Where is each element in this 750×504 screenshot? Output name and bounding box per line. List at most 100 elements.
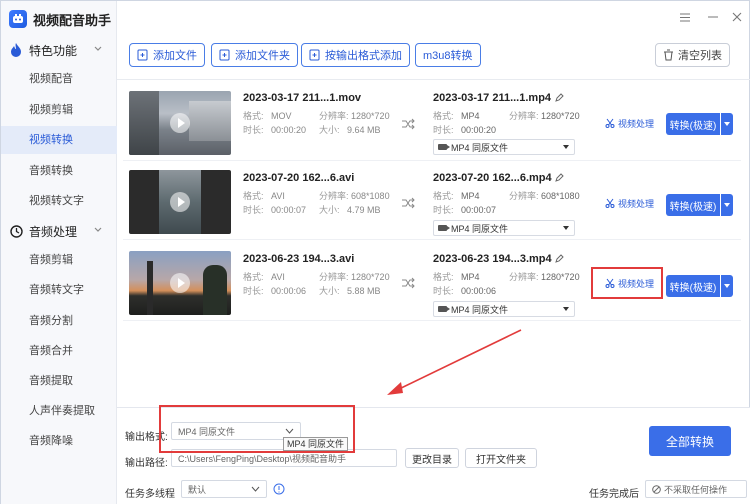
source-filename: 2023-07-20 162...6.avi <box>243 172 355 184</box>
output-resolution: 分辨率: 1280*720 <box>509 111 580 121</box>
app-window: 视频配音助手 特色功能 视频配音 视频剪辑 视频转换 音频转换 视频转文字 音频… <box>0 0 750 504</box>
threads-value: 默认 <box>188 484 207 495</box>
section-featured-label: 特色功能 <box>29 43 78 58</box>
output-format-option: MP4 同原文件 <box>451 223 509 234</box>
after-done-select[interactable]: 不采取任何操作 <box>645 480 747 498</box>
output-filename: 2023-03-17 211...1.mp4 <box>433 92 552 104</box>
add-by-format-label: 按输出格式添加 <box>325 50 402 62</box>
shuffle-arrow-icon <box>402 118 415 130</box>
convert-button[interactable]: 转换(极速) <box>666 113 720 135</box>
m3u8-convert-button[interactable]: m3u8转换 <box>415 43 481 67</box>
sidebar-item-video-edit[interactable]: 视频剪辑 <box>1 96 117 124</box>
video-thumbnail[interactable] <box>129 251 231 315</box>
shuffle-arrow-icon <box>402 277 415 289</box>
source-size: 大小: 9.64 MB <box>319 125 381 135</box>
play-icon <box>170 192 190 212</box>
output-filename: 2023-07-20 162...6.mp4 <box>433 172 552 184</box>
edit-icon[interactable] <box>554 254 564 264</box>
add-by-format-icon <box>309 49 320 61</box>
source-duration: 时长: 00:00:06 <box>243 286 307 296</box>
add-folder-icon <box>219 49 230 61</box>
source-resolution: 分辨率: 1280*720 <box>319 272 390 282</box>
sidebar-item-audio-edit[interactable]: 音频剪辑 <box>1 246 117 274</box>
video-process-button[interactable]: 视频处理 <box>605 195 654 211</box>
video-camera-icon <box>438 144 450 150</box>
sidebar-item-audio-merge[interactable]: 音频合并 <box>1 337 117 365</box>
shuffle-arrow-icon <box>402 197 415 209</box>
sidebar-item-audio-extract[interactable]: 音频提取 <box>1 367 117 395</box>
add-by-format-button[interactable]: 按输出格式添加 <box>301 43 410 67</box>
app-logo-icon <box>9 10 27 28</box>
menu-icon[interactable] <box>677 9 693 25</box>
output-format-select[interactable]: MP4 同原文件 <box>433 220 575 236</box>
annotation-arrow <box>387 329 522 395</box>
convert-button[interactable]: 转换(极速) <box>666 194 720 216</box>
chevron-down-icon <box>94 227 102 232</box>
section-audio-label: 音频处理 <box>29 224 78 239</box>
video-thumbnail[interactable] <box>129 91 231 155</box>
convert-all-button[interactable]: 全部转换 <box>649 426 731 456</box>
source-format: 格式: MOV <box>243 111 292 121</box>
sidebar-item-audio-convert[interactable]: 音频转换 <box>1 157 117 185</box>
convert-dropdown[interactable] <box>721 275 733 297</box>
video-process-label: 视频处理 <box>618 198 655 209</box>
add-file-button[interactable]: 添加文件 <box>129 43 205 67</box>
output-format: 格式: MP4 <box>433 111 480 121</box>
info-icon[interactable] <box>273 483 285 495</box>
video-thumbnail[interactable] <box>129 170 231 234</box>
sidebar-item-audio-split[interactable]: 音频分割 <box>1 307 117 335</box>
threads-select[interactable]: 默认 <box>181 480 267 498</box>
sidebar-item-audio-denoise[interactable]: 音频降噪 <box>1 427 117 455</box>
source-size: 大小: 4.79 MB <box>319 205 381 215</box>
output-resolution: 分辨率: 608*1080 <box>509 191 580 201</box>
source-duration: 时长: 00:00:20 <box>243 125 307 135</box>
sidebar-item-video-dubbing[interactable]: 视频配音 <box>1 65 117 93</box>
play-icon <box>170 273 190 293</box>
sidebar-item-video-to-text[interactable]: 视频转文字 <box>1 187 117 215</box>
video-camera-icon <box>438 225 450 231</box>
caret-down-icon <box>563 307 569 311</box>
section-audio[interactable]: 音频处理 <box>9 220 109 242</box>
source-duration: 时长: 00:00:07 <box>243 205 307 215</box>
output-path-label: 输出路径: <box>125 458 168 469</box>
output-duration: 时长: 00:00:07 <box>433 205 497 215</box>
video-process-button[interactable]: 视频处理 <box>605 115 654 131</box>
clock-icon <box>9 224 23 238</box>
convert-dropdown[interactable] <box>721 113 733 135</box>
edit-icon[interactable] <box>554 93 564 103</box>
clear-list-button[interactable]: 清空列表 <box>655 43 730 67</box>
video-process-label: 视频处理 <box>618 118 655 129</box>
add-folder-label: 添加文件夹 <box>235 50 290 62</box>
format-tooltip: MP4 同原文件 <box>283 437 349 451</box>
sidebar-item-video-convert[interactable]: 视频转换 <box>1 126 117 154</box>
minimize-icon[interactable] <box>705 9 721 25</box>
change-directory-button[interactable]: 更改目录 <box>405 448 459 468</box>
clear-list-label: 清空列表 <box>678 50 722 62</box>
close-icon[interactable] <box>729 9 745 25</box>
block-icon <box>652 484 661 494</box>
source-filename: 2023-06-23 194...3.avi <box>243 253 355 265</box>
open-folder-button[interactable]: 打开文件夹 <box>465 448 537 468</box>
convert-button[interactable]: 转换(极速) <box>666 275 720 297</box>
sidebar-item-audio-to-text[interactable]: 音频转文字 <box>1 276 117 304</box>
m3u8-convert-label: m3u8转换 <box>423 50 473 62</box>
after-done-label: 任务完成后 <box>589 489 639 500</box>
output-format-select[interactable]: MP4 同原文件 <box>433 301 575 317</box>
convert-dropdown[interactable] <box>721 194 733 216</box>
play-icon <box>170 113 190 133</box>
sidebar: 视频配音助手 特色功能 视频配音 视频剪辑 视频转换 音频转换 视频转文字 音频… <box>1 1 117 504</box>
source-filename: 2023-03-17 211...1.mov <box>243 92 362 104</box>
add-folder-button[interactable]: 添加文件夹 <box>211 43 298 67</box>
output-format: 格式: MP4 <box>433 272 480 282</box>
output-format-select[interactable]: MP4 同原文件 <box>433 139 575 155</box>
caret-down-icon <box>563 226 569 230</box>
add-file-icon <box>137 49 148 61</box>
file-row: 2023-03-17 211...1.mov 格式: MOV 分辨率: 1280… <box>123 85 741 161</box>
highlight-box <box>591 267 663 299</box>
section-featured[interactable]: 特色功能 <box>9 39 109 61</box>
edit-icon[interactable] <box>554 173 564 183</box>
sidebar-item-vocal-extract[interactable]: 人声伴奏提取 <box>1 397 117 425</box>
source-resolution: 分辨率: 1280*720 <box>319 111 390 121</box>
source-format: 格式: AVI <box>243 272 285 282</box>
output-format-option: MP4 同原文件 <box>451 142 509 153</box>
